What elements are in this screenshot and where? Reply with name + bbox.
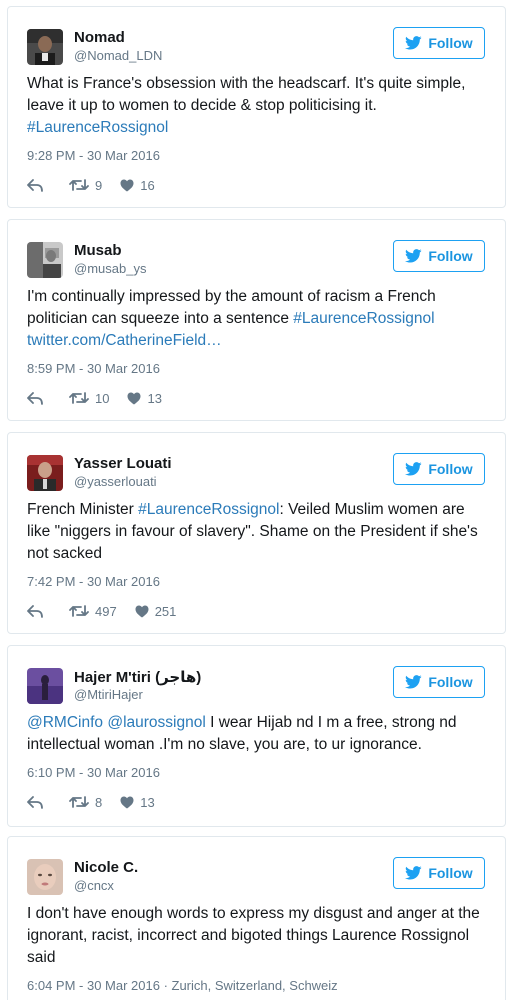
tweet-card: Hajer M'tiri (هاجر) @MtiriHajer Follow @… — [7, 645, 506, 827]
follow-button[interactable]: Follow — [393, 240, 485, 272]
follow-label: Follow — [428, 461, 473, 477]
tweet-actions: 497 251 — [27, 603, 176, 619]
like-count: 16 — [140, 177, 155, 193]
follow-button[interactable]: Follow — [393, 27, 485, 59]
tweet-timestamp[interactable]: 6:10 PM - 30 Mar 2016 — [27, 765, 160, 780]
reply-button[interactable] — [27, 795, 63, 809]
follow-label: Follow — [428, 674, 473, 690]
tweet-timestamp[interactable]: 6:04 PM - 30 Mar 2016 · Zurich, Switzerl… — [27, 978, 338, 993]
retweet-count: 10 — [95, 390, 110, 406]
bird-icon — [405, 675, 422, 689]
avatar[interactable] — [27, 29, 63, 65]
tweet-text-pre: French Minister — [27, 501, 139, 518]
tweet-timestamp[interactable]: 9:28 PM - 30 Mar 2016 — [27, 148, 160, 163]
heart-icon — [135, 605, 149, 617]
tweet-text: I don't have enough words to express my … — [27, 903, 489, 969]
tweet-text-body: What is France's obsession with the head… — [27, 75, 466, 114]
tweet-card: Nomad @Nomad_LDN Follow What is France's… — [7, 6, 506, 208]
bird-icon — [405, 866, 422, 880]
user-handle[interactable]: @Nomad_LDN — [74, 48, 162, 63]
tweet-text-body: I don't have enough words to express my … — [27, 905, 480, 966]
mention-link[interactable]: @laurossignol — [107, 714, 205, 731]
retweet-icon — [69, 392, 89, 404]
tweet-actions: 10 13 — [27, 390, 162, 406]
follow-label: Follow — [428, 865, 473, 881]
url-link[interactable]: twitter.com/CatherineField… — [27, 332, 222, 349]
like-button[interactable]: 13 — [127, 390, 162, 406]
tweet-card: Yasser Louati @yasserlouati Follow Frenc… — [7, 432, 506, 634]
avatar[interactable] — [27, 455, 63, 491]
reply-icon — [27, 391, 43, 405]
follow-button[interactable]: Follow — [393, 666, 485, 698]
tweet-card: Nicole C. @cncx Follow I don't have enou… — [7, 836, 506, 1000]
user-handle[interactable]: @MtiriHajer — [74, 687, 143, 702]
retweet-count: 497 — [95, 603, 117, 619]
tweet-timestamp[interactable]: 8:59 PM - 30 Mar 2016 — [27, 361, 160, 376]
user-handle[interactable]: @cncx — [74, 878, 114, 893]
hashtag-link[interactable]: #LaurenceRossignol — [27, 119, 168, 136]
heart-icon — [120, 179, 134, 191]
retweet-button[interactable]: 497 — [69, 604, 117, 619]
follow-label: Follow — [428, 35, 473, 51]
reply-icon — [27, 178, 43, 192]
bird-icon — [405, 249, 422, 263]
like-button[interactable]: 13 — [120, 794, 155, 810]
like-count: 13 — [147, 390, 162, 406]
follow-button[interactable]: Follow — [393, 453, 485, 485]
reply-icon — [27, 795, 43, 809]
tweet-text: @RMCinfo @laurossignol I wear Hijab nd I… — [27, 712, 489, 756]
mention-link[interactable]: @RMCinfo — [27, 714, 103, 731]
reply-button[interactable] — [27, 178, 63, 192]
retweet-icon — [69, 796, 89, 808]
tweet-text: What is France's obsession with the head… — [27, 73, 489, 139]
like-count: 13 — [140, 794, 155, 810]
heart-icon — [120, 796, 134, 808]
reply-icon — [27, 604, 43, 618]
tweet-text: French Minister #LaurenceRossignol: Veil… — [27, 499, 489, 565]
retweet-button[interactable]: 9 — [69, 178, 102, 193]
tweet-actions: 8 13 — [27, 794, 155, 810]
follow-button[interactable]: Follow — [393, 857, 485, 889]
hashtag-link[interactable]: #LaurenceRossignol — [293, 310, 434, 327]
tweet-timestamp[interactable]: 7:42 PM - 30 Mar 2016 — [27, 574, 160, 589]
user-name[interactable]: Yasser Louati — [74, 455, 172, 472]
avatar[interactable] — [27, 859, 63, 895]
heart-icon — [127, 392, 141, 404]
like-count: 251 — [154, 603, 177, 619]
hashtag-link[interactable]: #LaurenceRossignol — [138, 501, 279, 518]
tweet-feed: Nomad @Nomad_LDN Follow What is France's… — [0, 0, 514, 1000]
bird-icon — [405, 462, 422, 476]
user-handle[interactable]: @yasserlouati — [74, 474, 157, 489]
user-name[interactable]: Nomad — [74, 29, 125, 46]
avatar[interactable] — [27, 668, 63, 704]
follow-label: Follow — [428, 248, 473, 264]
user-handle[interactable]: @musab_ys — [74, 261, 146, 276]
retweet-icon — [69, 179, 89, 191]
bird-icon — [405, 36, 422, 50]
user-name[interactable]: Musab — [74, 242, 122, 259]
retweet-button[interactable]: 10 — [69, 391, 109, 406]
retweet-count: 8 — [95, 794, 103, 810]
reply-button[interactable] — [27, 604, 63, 618]
like-button[interactable]: 251 — [135, 603, 177, 619]
reply-button[interactable] — [27, 391, 63, 405]
retweet-button[interactable]: 8 — [69, 795, 102, 810]
retweet-icon — [69, 605, 89, 617]
user-name[interactable]: Hajer M'tiri (هاجر) — [74, 668, 201, 686]
retweet-count: 9 — [95, 177, 103, 193]
tweet-text: I'm continually impressed by the amount … — [27, 286, 489, 352]
like-button[interactable]: 16 — [120, 177, 155, 193]
tweet-card: Musab @musab_ys Follow I'm continually i… — [7, 219, 506, 421]
avatar[interactable] — [27, 242, 63, 278]
tweet-actions: 9 16 — [27, 177, 155, 193]
user-name[interactable]: Nicole C. — [74, 859, 138, 876]
